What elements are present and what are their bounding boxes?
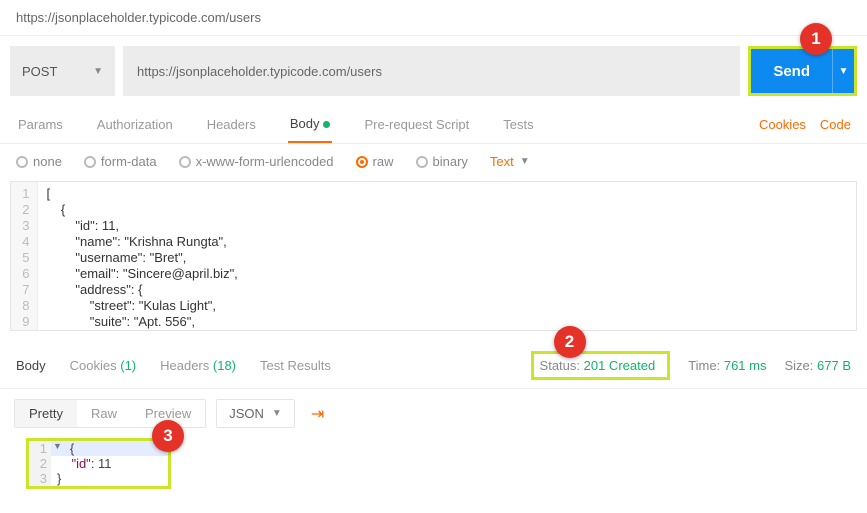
radio-binary[interactable]: binary bbox=[416, 154, 468, 169]
fold-icon[interactable]: ▼ bbox=[51, 441, 64, 456]
tab-prerequest[interactable]: Pre-request Script bbox=[362, 107, 471, 142]
tab-tests[interactable]: Tests bbox=[501, 107, 535, 142]
send-button[interactable]: Send bbox=[751, 49, 832, 93]
response-header: Body Cookies (1) Headers (18) Test Resul… bbox=[0, 341, 867, 389]
request-tabs: Params Authorization Headers Body Pre-re… bbox=[0, 106, 867, 144]
annotation-2: 2 bbox=[554, 326, 586, 358]
request-url-title: https://jsonplaceholder.typicode.com/use… bbox=[0, 0, 867, 36]
wrap-lines-icon[interactable]: ⇥ bbox=[305, 400, 330, 428]
code-link[interactable]: Code bbox=[820, 117, 851, 132]
response-toolbar: Pretty Raw Preview JSON ▼ ⇥ bbox=[0, 389, 867, 438]
tab-headers[interactable]: Headers bbox=[205, 107, 258, 142]
view-pretty[interactable]: Pretty bbox=[15, 400, 77, 427]
response-tab-test-results[interactable]: Test Results bbox=[260, 358, 331, 373]
response-body[interactable]: 1▼{ 2 "id": 11 3} bbox=[26, 438, 171, 489]
request-body-editor[interactable]: 1234567891011 [ { "id": 11, "name": "Kri… bbox=[10, 181, 857, 331]
dot-indicator-icon bbox=[323, 121, 330, 128]
url-input[interactable] bbox=[123, 46, 740, 96]
radio-x-www-form-urlencoded[interactable]: x-www-form-urlencoded bbox=[179, 154, 334, 169]
method-dropdown[interactable]: POST ▼ bbox=[10, 46, 115, 96]
annotation-3: 3 bbox=[152, 420, 184, 452]
response-tab-headers[interactable]: Headers (18) bbox=[160, 358, 236, 373]
radio-raw[interactable]: raw bbox=[356, 154, 394, 169]
chevron-down-icon: ▼ bbox=[272, 408, 282, 419]
editor-code[interactable]: [ { "id": 11, "name": "Krishna Rungta", … bbox=[38, 182, 856, 330]
cookies-link[interactable]: Cookies bbox=[759, 117, 806, 132]
response-time: Time: 761 ms bbox=[688, 358, 766, 373]
annotation-1: 1 bbox=[800, 23, 832, 55]
response-meta: 2 Status: 201 Created Time: 761 ms Size:… bbox=[531, 351, 851, 380]
view-raw[interactable]: Raw bbox=[77, 400, 131, 427]
method-value: POST bbox=[22, 64, 57, 79]
response-tab-cookies[interactable]: Cookies (1) bbox=[70, 358, 136, 373]
request-row: POST ▼ 1 Send ▼ bbox=[0, 36, 867, 106]
radio-form-data[interactable]: form-data bbox=[84, 154, 157, 169]
chevron-down-icon: ▼ bbox=[839, 66, 849, 77]
chevron-down-icon: ▼ bbox=[520, 156, 530, 167]
tab-body[interactable]: Body bbox=[288, 106, 333, 143]
radio-none[interactable]: none bbox=[16, 154, 62, 169]
tab-params[interactable]: Params bbox=[16, 107, 65, 142]
chevron-down-icon: ▼ bbox=[93, 66, 103, 77]
editor-gutter: 1234567891011 bbox=[11, 182, 38, 330]
send-options-button[interactable]: ▼ bbox=[832, 49, 854, 93]
response-tab-body[interactable]: Body bbox=[16, 358, 46, 373]
tab-authorization[interactable]: Authorization bbox=[95, 107, 175, 142]
body-text-format-dropdown[interactable]: Text ▼ bbox=[490, 154, 530, 169]
response-status: 2 Status: 201 Created bbox=[531, 351, 671, 380]
response-format-dropdown[interactable]: JSON ▼ bbox=[216, 399, 295, 428]
response-size: Size: 677 B bbox=[784, 358, 851, 373]
body-type-radios: none form-data x-www-form-urlencoded raw… bbox=[0, 144, 867, 177]
